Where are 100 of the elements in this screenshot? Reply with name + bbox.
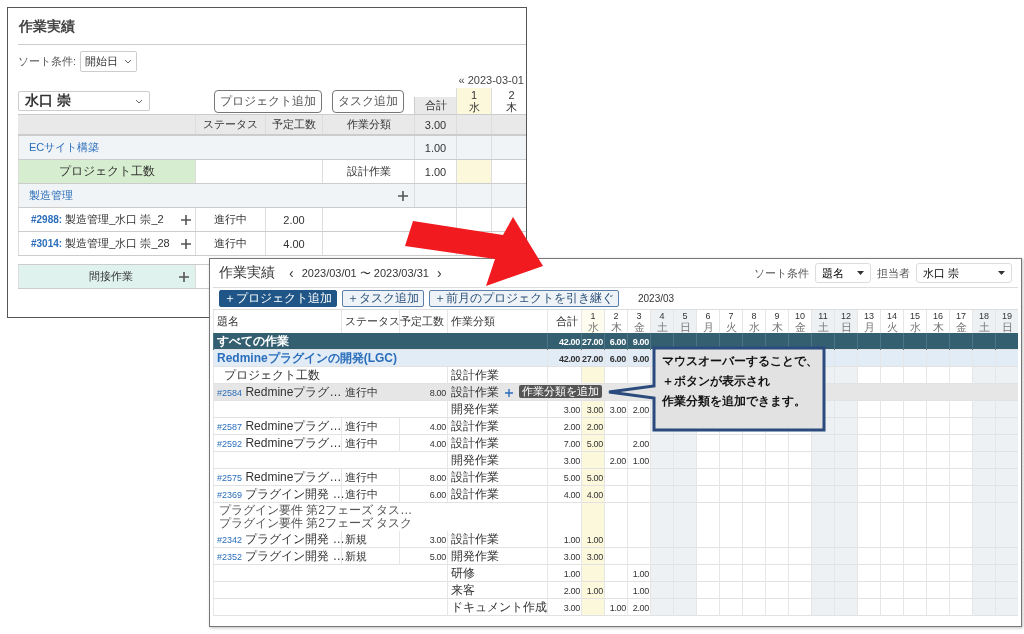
date-navigation[interactable]: « 2023-03-01 (458, 74, 524, 86)
table-cell: 設計作業 (447, 486, 547, 503)
caret-icon (124, 59, 133, 64)
day-number: 15 (910, 310, 920, 322)
plus-icon[interactable] (179, 271, 189, 282)
weekday-label: 土 (656, 321, 668, 333)
task-link[interactable]: #2352 (217, 551, 243, 562)
previous-button[interactable]: ‹ (287, 265, 296, 281)
day-number: 19 (1002, 310, 1012, 322)
assignee-select[interactable]: 水口 崇 (18, 91, 150, 111)
table-cell: 1.00 (581, 531, 604, 548)
table-cell: 2.00 (547, 418, 581, 435)
day-number: 3 (636, 310, 642, 322)
sort-label: ソート条件: (18, 54, 77, 69)
weekday-label: 木 (610, 321, 622, 333)
add-button[interactable]: ＋プロジェクト追加 (219, 290, 337, 307)
weekday-label: 火 (725, 321, 737, 333)
sort-select[interactable]: 開始日 (80, 51, 138, 72)
group-label: すべての作業 (217, 333, 289, 350)
day-number: 13 (864, 310, 874, 322)
table-cell: 2.00 (581, 418, 604, 435)
day-number: 12 (841, 310, 851, 322)
day-number: 5 (682, 310, 688, 322)
table-cell: 8.00 (399, 384, 447, 401)
assignee-select[interactable]: 水口 崇 (916, 263, 1012, 283)
task-link[interactable]: #2592 (217, 438, 243, 449)
task-link[interactable]: #3014: (31, 238, 63, 249)
table-cell: 5.00 (581, 435, 604, 452)
add-button[interactable]: プロジェクト追加 (214, 89, 322, 113)
weekday-label: 土 (978, 321, 990, 333)
plus-icon[interactable] (181, 214, 191, 225)
add-button[interactable]: ＋タスク追加 (342, 290, 424, 307)
table-cell: 設計作業 (447, 418, 547, 435)
table-cell: 4.00 (399, 435, 447, 452)
weekday-label: 金 (955, 321, 967, 333)
table-cell: 2.00 (627, 435, 650, 452)
table-cell: 8.00 (399, 469, 447, 486)
project-link[interactable]: 製造管理 (29, 188, 73, 203)
weekday-label: 月 (702, 321, 714, 333)
add-category-button[interactable] (503, 386, 515, 399)
next-button[interactable]: › (434, 265, 444, 281)
table-cell: 進行中 (195, 232, 265, 255)
task-link[interactable]: #2342 (217, 534, 243, 545)
table-cell: 2.00 (265, 208, 322, 231)
task-link[interactable]: #2587 (217, 421, 243, 432)
weekday-label: 火 (886, 321, 898, 333)
weekday-label: 木 (506, 101, 517, 113)
table-cell: 3.00 (604, 401, 627, 418)
table-cell: 開発作業 (447, 452, 547, 469)
table-cell: 4.00 (265, 232, 322, 255)
table-cell: 1.00 (547, 565, 581, 582)
parent-task-name: プラグイン要件 第2フェーズ タス… (219, 504, 413, 517)
table-cell: 3.00 (547, 401, 581, 418)
table-cell: 3.00 (547, 452, 581, 469)
table-cell: 9.00 (627, 350, 650, 367)
table-cell: 3.00 (547, 548, 581, 565)
callout-text: マウスオーバーすることで、 (662, 354, 819, 369)
table-cell: 1.00 (627, 565, 650, 582)
column-header: 作業分類 (322, 115, 414, 134)
table-cell: 4.00 (399, 418, 447, 435)
table-cell: 4.00 (581, 486, 604, 503)
task-link[interactable]: #2988: (31, 214, 63, 225)
weekday-label: 木 (771, 321, 783, 333)
task-name: 製造管理_水口 崇_2 (65, 213, 164, 225)
table-cell: 設計作業 (447, 435, 547, 452)
table-cell: 開発作業 (447, 401, 547, 418)
weekday-label: 金 (633, 321, 645, 333)
caret-icon (857, 271, 864, 275)
table-cell: 3.00 (581, 548, 604, 565)
weekday-label: 日 (679, 321, 691, 333)
table-cell: 42.00 (547, 350, 581, 367)
table-cell: 3.00 (581, 401, 604, 418)
sort-select[interactable]: 題名 (815, 263, 871, 283)
day-number: 1 (590, 310, 596, 322)
table-cell: 研修 (447, 565, 547, 582)
table-cell: 6.00 (399, 486, 447, 503)
project-link[interactable]: ECサイト構築 (29, 140, 100, 155)
add-button[interactable]: タスク追加 (332, 89, 404, 113)
plus-icon[interactable] (181, 238, 191, 249)
add-button[interactable]: ＋前月のプロジェクトを引き継ぐ (429, 290, 619, 307)
table-cell: 進行中 (195, 208, 265, 231)
table-cell: 5.00 (581, 469, 604, 486)
task-link[interactable]: #2369 (217, 489, 243, 500)
table-cell: 5.00 (547, 469, 581, 486)
table-cell: 設計作業 (322, 160, 414, 183)
table-cell: 設計作業 (447, 469, 547, 486)
day-number: 6 (705, 310, 711, 322)
task-link[interactable]: #2584 (217, 387, 243, 398)
table-cell: 1.00 (581, 582, 604, 599)
project-link[interactable]: Redmineプラグインの開発(LGC) (217, 350, 397, 367)
table-cell: 27.00 (581, 350, 604, 367)
date-range: 2023/03/01 〜 2023/03/31 (301, 265, 429, 281)
day-number: 10 (795, 310, 805, 322)
plus-icon[interactable] (398, 190, 408, 201)
day-number: 4 (659, 310, 665, 322)
table-cell: 進行中 (341, 384, 399, 401)
weekday-label: 水 (748, 321, 760, 333)
table-cell: 設計作業 (447, 531, 547, 548)
task-link[interactable]: #2575 (217, 472, 243, 483)
window-title: 作業実績 (18, 16, 526, 45)
